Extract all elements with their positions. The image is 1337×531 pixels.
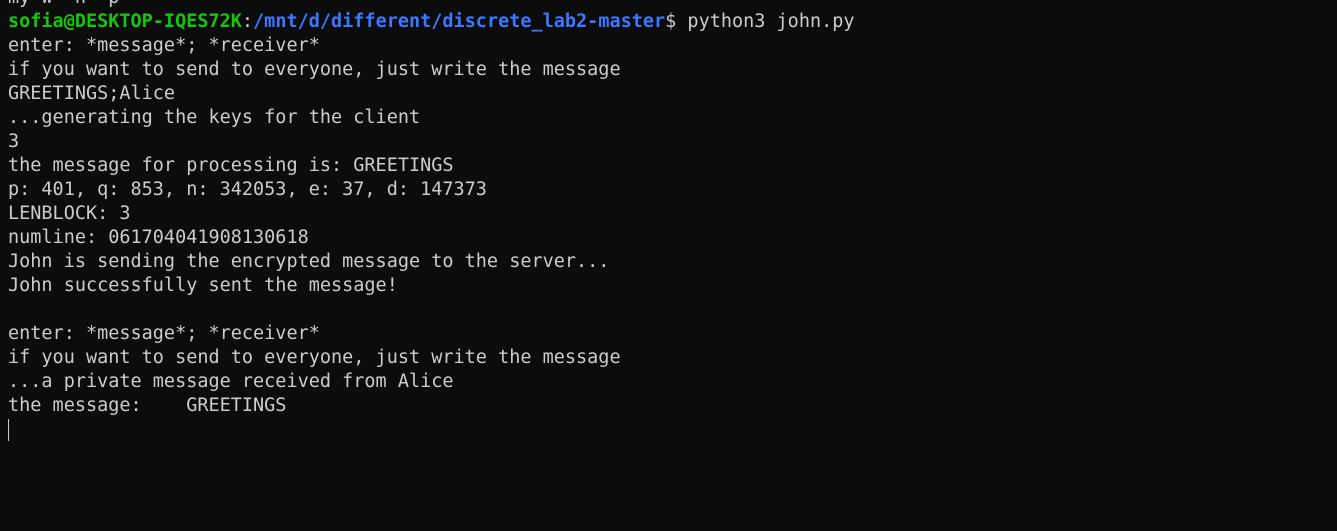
output-line: if you want to send to everyone, just wr… — [8, 59, 621, 80]
output-line: the message: GREETINGS — [8, 395, 287, 416]
output-line: the message for processing is: GREETINGS — [8, 155, 454, 176]
prompt-command: python3 john.py — [676, 11, 855, 32]
prompt-dollar: $ — [665, 11, 677, 32]
terminal-window[interactable]: my w n p sofia@DESKTOP-IQES72K:/mnt/d/di… — [0, 0, 1337, 531]
prompt-colon: : — [241, 11, 254, 32]
output-line: enter: *message*; *receiver* — [8, 323, 320, 344]
output-line: John successfully sent the message! — [8, 275, 398, 296]
terminal-output: my w n p sofia@DESKTOP-IQES72K:/mnt/d/di… — [8, 0, 1337, 442]
output-line: numline: 061704041908130618 — [8, 227, 309, 248]
output-line: if you want to send to everyone, just wr… — [8, 347, 621, 368]
output-line: ...generating the keys for the client — [8, 107, 421, 128]
output-line: GREETINGS;Alice — [8, 83, 176, 104]
prompt-path: /mnt/d/different/discrete_lab2-master — [253, 11, 666, 32]
output-line: ...a private message received from Alice — [8, 371, 454, 392]
output-line: LENBLOCK: 3 — [8, 203, 131, 224]
output-line: enter: *message*; *receiver* — [8, 35, 320, 56]
shell-prompt-line: sofia@DESKTOP-IQES72K:/mnt/d/different/d… — [8, 10, 1337, 34]
clipped-previous-line: my w n p — [8, 0, 1337, 10]
prompt-user-host: sofia@DESKTOP-IQES72K — [8, 11, 242, 32]
text-cursor — [8, 419, 9, 441]
output-line: 3 — [8, 131, 20, 152]
output-line: John is sending the encrypted message to… — [8, 251, 610, 272]
input-line[interactable] — [8, 418, 1337, 442]
output-line: p: 401, q: 853, n: 342053, e: 37, d: 147… — [8, 179, 487, 200]
